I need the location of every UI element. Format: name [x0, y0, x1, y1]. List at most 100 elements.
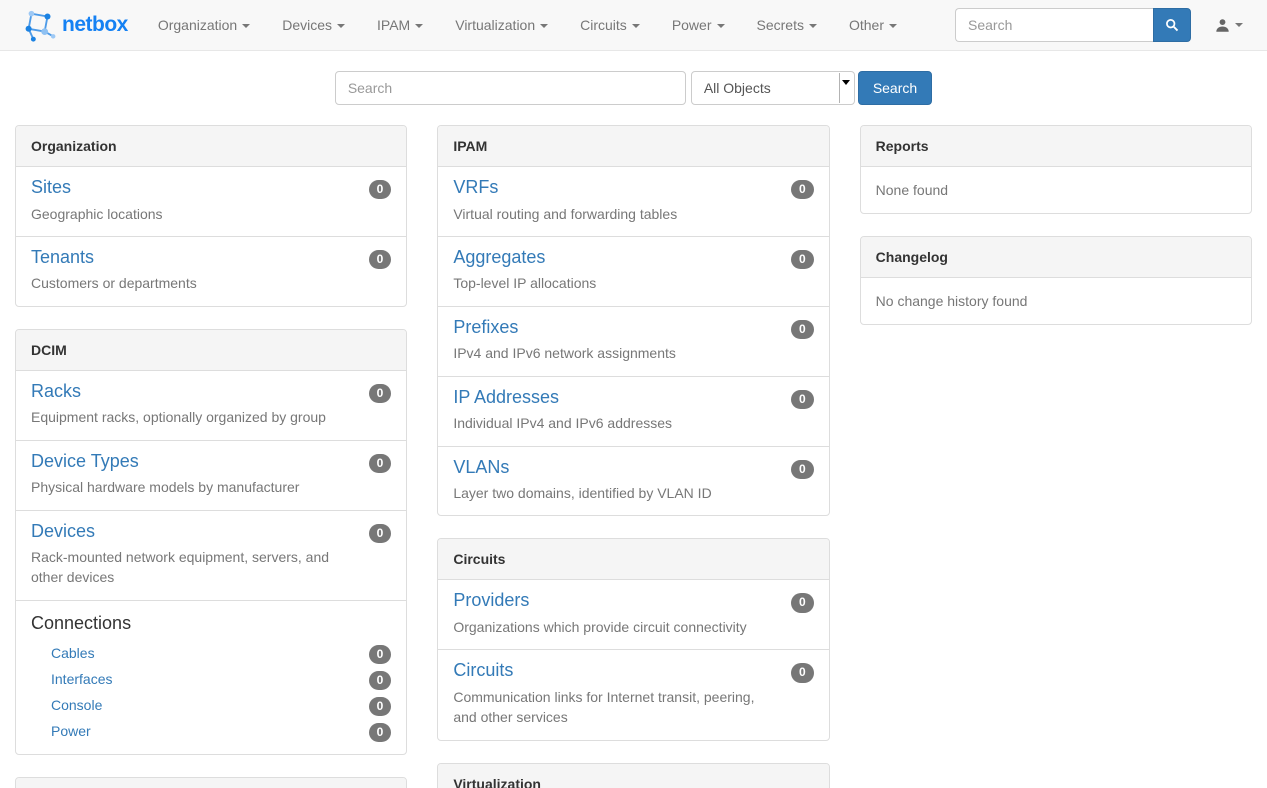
list-item-circuits: 0 Circuits Communication links for Inter… — [438, 649, 828, 739]
devices-link[interactable]: Devices — [31, 521, 95, 543]
panel-reports: Reports None found — [860, 125, 1252, 214]
interfaces-link[interactable]: Interfaces — [51, 671, 112, 687]
column-left: Organization 0 Sites Geographic location… — [15, 125, 407, 788]
chevron-down-icon — [809, 24, 817, 28]
console-link[interactable]: Console — [51, 697, 102, 713]
column-right: Reports None found Changelog No change h… — [860, 125, 1252, 788]
menu-power[interactable]: Power — [656, 2, 741, 48]
navbar-search-button[interactable] — [1153, 8, 1191, 42]
item-description: Physical hardware models by manufacturer — [31, 477, 391, 497]
panel-title: Circuits — [438, 539, 828, 580]
ip-addresses-link[interactable]: IP Addresses — [453, 387, 559, 409]
count-badge: 0 — [791, 320, 814, 339]
aggregates-link[interactable]: Aggregates — [453, 247, 545, 269]
list-item-sites: 0 Sites Geographic locations — [16, 167, 406, 236]
search-icon — [1165, 18, 1179, 32]
item-description: Layer two domains, identified by VLAN ID — [453, 483, 813, 503]
item-description: Organizations which provide circuit conn… — [453, 617, 813, 637]
item-description: Virtual routing and forwarding tables — [453, 204, 813, 224]
menu-organization[interactable]: Organization — [142, 2, 266, 48]
menu-virtualization[interactable]: Virtualization — [439, 2, 564, 48]
panel-virtualization: Virtualization 0 Clusters — [437, 763, 829, 788]
count-badge: 0 — [369, 250, 392, 269]
panel-title: Changelog — [861, 237, 1251, 278]
count-badge: 0 — [369, 180, 392, 199]
count-badge: 0 — [791, 250, 814, 269]
count-badge: 0 — [791, 180, 814, 199]
device-types-link[interactable]: Device Types — [31, 451, 139, 473]
count-badge: 0 — [791, 460, 814, 479]
panel-ipam: IPAM 0 VRFs Virtual routing and forwardi… — [437, 125, 829, 516]
item-description: Equipment racks, optionally organized by… — [31, 407, 391, 427]
chevron-down-icon — [889, 24, 897, 28]
item-description: Top-level IP allocations — [453, 273, 813, 293]
user-menu[interactable] — [1209, 10, 1249, 41]
count-badge: 0 — [369, 697, 392, 716]
menu-circuits[interactable]: Circuits — [564, 2, 656, 48]
panel-dcim: DCIM 0 Racks Equipment racks, optionally… — [15, 329, 407, 755]
menu-other[interactable]: Other — [833, 2, 913, 48]
chevron-down-icon — [632, 24, 640, 28]
list-item-aggregates: 0 Aggregates Top-level IP allocations — [438, 236, 828, 306]
panel-title: Virtualization — [438, 764, 828, 788]
menu-devices[interactable]: Devices — [266, 2, 361, 48]
connections-section: Connections 0 Cables 0 Interfaces 0 Cons… — [16, 600, 406, 754]
count-badge: 0 — [791, 663, 814, 682]
item-description: IPv4 and IPv6 network assignments — [453, 343, 813, 363]
global-search-bar: All Objects Search — [0, 51, 1267, 125]
count-badge: 0 — [369, 524, 392, 543]
list-item-tenants: 0 Tenants Customers or departments — [16, 236, 406, 306]
navbar-search-input[interactable] — [955, 8, 1153, 42]
prefixes-link[interactable]: Prefixes — [453, 317, 518, 339]
chevron-down-icon — [1235, 23, 1243, 27]
netbox-logo-icon — [22, 7, 56, 43]
connection-row-power: 0 Power — [16, 718, 406, 744]
count-badge: 0 — [369, 723, 392, 742]
dashboard-grid: Organization 0 Sites Geographic location… — [0, 125, 1267, 788]
power-connections-link[interactable]: Power — [51, 723, 91, 739]
list-item-prefixes: 0 Prefixes IPv4 and IPv6 network assignm… — [438, 306, 828, 376]
list-item-vrfs: 0 VRFs Virtual routing and forwarding ta… — [438, 167, 828, 236]
object-type-select-wrap: All Objects — [691, 71, 855, 105]
providers-link[interactable]: Providers — [453, 590, 529, 612]
panel-title: Organization — [16, 126, 406, 167]
vlans-link[interactable]: VLANs — [453, 457, 509, 479]
chevron-down-icon — [415, 24, 423, 28]
main-menu: Organization Devices IPAM Virtualization… — [142, 2, 913, 48]
vrfs-link[interactable]: VRFs — [453, 177, 498, 199]
panel-title: Power — [16, 778, 406, 788]
count-badge: 0 — [369, 454, 392, 473]
panel-title: IPAM — [438, 126, 828, 167]
item-description: Communication links for Internet transit… — [453, 687, 813, 728]
list-item-vlans: 0 VLANs Layer two domains, identified by… — [438, 446, 828, 516]
panel-circuits: Circuits 0 Providers Organizations which… — [437, 538, 829, 740]
reports-empty-message: None found — [861, 167, 1251, 213]
list-item-racks: 0 Racks Equipment racks, optionally orga… — [16, 371, 406, 440]
item-description: Rack-mounted network equipment, servers,… — [31, 547, 391, 588]
chevron-down-icon — [337, 24, 345, 28]
menu-secrets[interactable]: Secrets — [741, 2, 833, 48]
user-icon — [1215, 18, 1230, 33]
top-navbar: netbox Organization Devices IPAM Virtual… — [0, 0, 1267, 51]
search-input[interactable] — [335, 71, 686, 105]
count-badge: 0 — [369, 645, 392, 664]
list-item-devices: 0 Devices Rack-mounted network equipment… — [16, 510, 406, 600]
item-description: Individual IPv4 and IPv6 addresses — [453, 413, 813, 433]
chevron-down-icon — [540, 24, 548, 28]
chevron-down-icon — [242, 24, 250, 28]
netbox-brand[interactable]: netbox — [22, 7, 128, 43]
sites-link[interactable]: Sites — [31, 177, 71, 199]
changelog-empty-message: No change history found — [861, 278, 1251, 324]
menu-ipam[interactable]: IPAM — [361, 2, 439, 48]
search-button[interactable]: Search — [858, 71, 932, 105]
count-badge: 0 — [791, 593, 814, 612]
circuits-link[interactable]: Circuits — [453, 660, 513, 682]
object-type-select[interactable]: All Objects — [691, 71, 855, 105]
cables-link[interactable]: Cables — [51, 645, 95, 661]
racks-link[interactable]: Racks — [31, 381, 81, 403]
count-badge: 0 — [791, 390, 814, 409]
count-badge: 0 — [369, 671, 392, 690]
tenants-link[interactable]: Tenants — [31, 247, 94, 269]
connection-row-interfaces: 0 Interfaces — [16, 666, 406, 692]
item-description: Geographic locations — [31, 204, 391, 224]
